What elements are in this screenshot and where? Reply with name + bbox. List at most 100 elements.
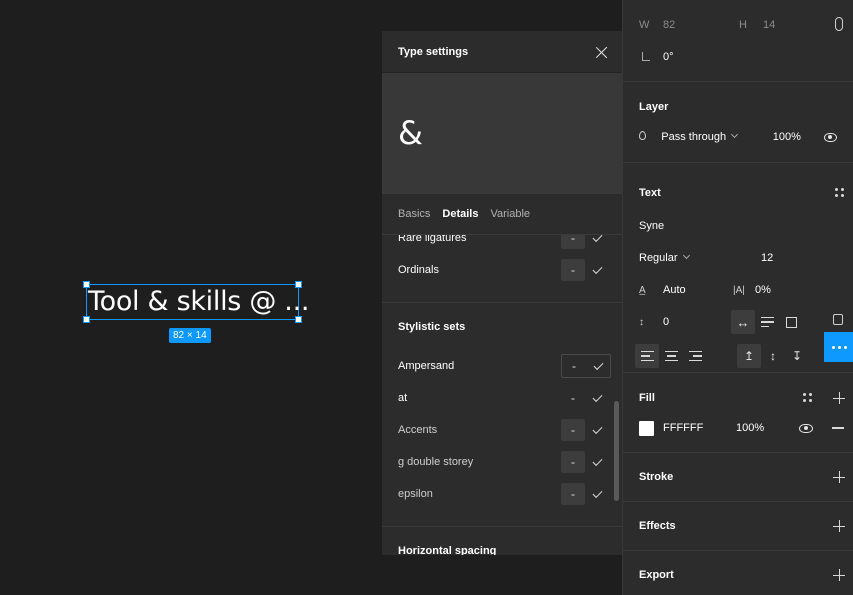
tab-details[interactable]: Details — [442, 208, 478, 220]
type-settings-tabs: Basics Details Variable — [382, 193, 622, 235]
feature-toggle: - — [561, 450, 611, 474]
feature-off-button[interactable]: - — [561, 419, 585, 441]
feature-toggle: - — [561, 235, 611, 250]
feature-toggle: - — [561, 354, 611, 378]
align-top-button[interactable]: ↥ — [737, 344, 761, 368]
feature-off-button[interactable]: - — [562, 355, 586, 377]
fill-color-swatch[interactable] — [639, 420, 654, 436]
add-effect-icon[interactable] — [833, 520, 845, 532]
fill-styles-icon[interactable] — [803, 393, 813, 403]
font-weight-value: Regular — [639, 252, 678, 264]
eye-icon[interactable] — [799, 423, 813, 433]
align-middle-button[interactable]: ↕ — [761, 344, 785, 368]
resize-handle-bottom-left[interactable] — [83, 316, 90, 323]
layer-title: Layer — [639, 101, 669, 113]
check-icon — [592, 487, 602, 498]
letter-spacing-icon: |A| — [733, 284, 745, 296]
alignment-row: ↥ ↕ ↧ — [623, 341, 853, 371]
align-bottom-button[interactable]: ↧ — [785, 344, 809, 368]
feature-toggle: - — [561, 482, 611, 506]
align-left-button[interactable] — [635, 344, 659, 368]
stroke-section: Stroke — [623, 453, 853, 502]
fill-hex[interactable]: FFFFFF — [663, 422, 736, 434]
add-stroke-icon[interactable] — [833, 471, 845, 483]
close-icon[interactable] — [596, 46, 608, 58]
paragraph-spacing-value[interactable]: 0 — [663, 316, 731, 328]
type-settings-panel: Type settings & Basics Details Variable … — [382, 31, 622, 555]
font-weight-select[interactable]: Regular — [639, 251, 761, 264]
eye-icon[interactable] — [823, 132, 837, 142]
fill-opacity[interactable]: 100% — [736, 422, 799, 434]
font-family-value: Syne — [639, 220, 665, 232]
add-fill-icon[interactable] — [833, 392, 845, 404]
constrain-proportions-icon[interactable] — [835, 17, 843, 31]
resize-handle-top-right[interactable] — [295, 281, 302, 288]
more-text-options-button[interactable] — [824, 332, 853, 362]
canvas[interactable]: Tool & skills @ ... 82 × 14 — [0, 0, 382, 595]
feature-off-button[interactable]: - — [561, 387, 585, 409]
feature-row-epsilon: epsilon - — [382, 478, 622, 510]
align-center-button[interactable] — [659, 344, 683, 368]
dimensions-badge: 82 × 14 — [169, 328, 211, 343]
check-icon — [592, 391, 602, 402]
width-value[interactable]: 82 — [663, 19, 739, 31]
line-height-value[interactable]: Auto — [663, 284, 733, 296]
feature-on-button[interactable] — [585, 387, 609, 409]
tab-variable[interactable]: Variable — [490, 208, 530, 220]
feature-off-button[interactable]: - — [561, 451, 585, 473]
feature-off-button[interactable]: - — [561, 259, 585, 281]
effects-header: Effects — [623, 502, 853, 550]
feature-on-button[interactable] — [585, 451, 609, 473]
check-icon — [592, 455, 602, 466]
text-section: Text Syne Regular 12 A̲ Auto |A| 0% ↕ 0 … — [623, 163, 853, 373]
resize-handle-bottom-right[interactable] — [295, 316, 302, 323]
check-icon — [592, 263, 602, 274]
blend-mode-icon — [639, 131, 661, 143]
feature-off-button[interactable]: - — [561, 483, 585, 505]
tab-basics[interactable]: Basics — [398, 208, 430, 220]
align-right-button[interactable] — [683, 344, 707, 368]
font-size-value[interactable]: 12 — [761, 252, 773, 264]
feature-on-button[interactable] — [585, 483, 609, 505]
horizontal-spacing-heading: Horizontal spacing — [382, 526, 622, 555]
feature-on-button[interactable] — [586, 355, 610, 377]
type-settings-title: Type settings — [398, 45, 469, 58]
feature-off-button[interactable]: - — [561, 235, 585, 249]
effects-title: Effects — [639, 520, 676, 532]
fixed-size-button[interactable] — [779, 310, 803, 334]
check-icon — [592, 423, 602, 434]
font-family-row[interactable]: Syne — [623, 213, 853, 239]
stroke-header: Stroke — [623, 453, 853, 501]
blend-mode-select[interactable]: Pass through — [661, 130, 772, 143]
auto-width-button[interactable]: ↔ — [731, 310, 755, 334]
selected-text-content: Tool & skills @ ... — [88, 286, 310, 317]
selected-text-layer[interactable]: Tool & skills @ ... — [83, 281, 309, 323]
text-style-icon[interactable] — [833, 314, 843, 325]
stylistic-sets-heading: Stylistic sets — [382, 302, 622, 350]
text-header: Text — [623, 163, 853, 213]
rotation-row: 0° — [623, 50, 853, 64]
layer-opacity[interactable]: 100% — [773, 131, 824, 143]
resize-handle-top-left[interactable] — [83, 281, 90, 288]
letter-spacing-value[interactable]: 0% — [755, 284, 771, 296]
feature-toggle: - — [561, 418, 611, 442]
feature-row-at: at - — [382, 382, 622, 414]
feature-on-button[interactable] — [585, 235, 609, 249]
auto-height-button[interactable] — [755, 310, 779, 334]
details-scroll-area[interactable]: Rare ligatures - Ordinals - Stylistic se… — [382, 235, 622, 555]
rotation-value[interactable]: 0° — [663, 51, 674, 63]
scrollbar-thumb[interactable] — [614, 401, 619, 501]
layer-row: Pass through 100% — [623, 128, 853, 146]
blend-mode-value: Pass through — [661, 131, 727, 143]
angle-icon — [639, 52, 663, 62]
feature-on-button[interactable] — [585, 419, 609, 441]
height-label: H — [739, 19, 747, 31]
check-icon — [592, 235, 602, 242]
feature-on-button[interactable] — [585, 259, 609, 281]
stroke-title: Stroke — [639, 471, 674, 483]
add-export-icon[interactable] — [833, 569, 845, 581]
line-height-icon: A̲ — [639, 284, 646, 296]
height-value[interactable]: 14 — [763, 19, 823, 31]
type-settings-icon[interactable] — [835, 188, 845, 198]
remove-fill-icon[interactable] — [832, 427, 844, 429]
